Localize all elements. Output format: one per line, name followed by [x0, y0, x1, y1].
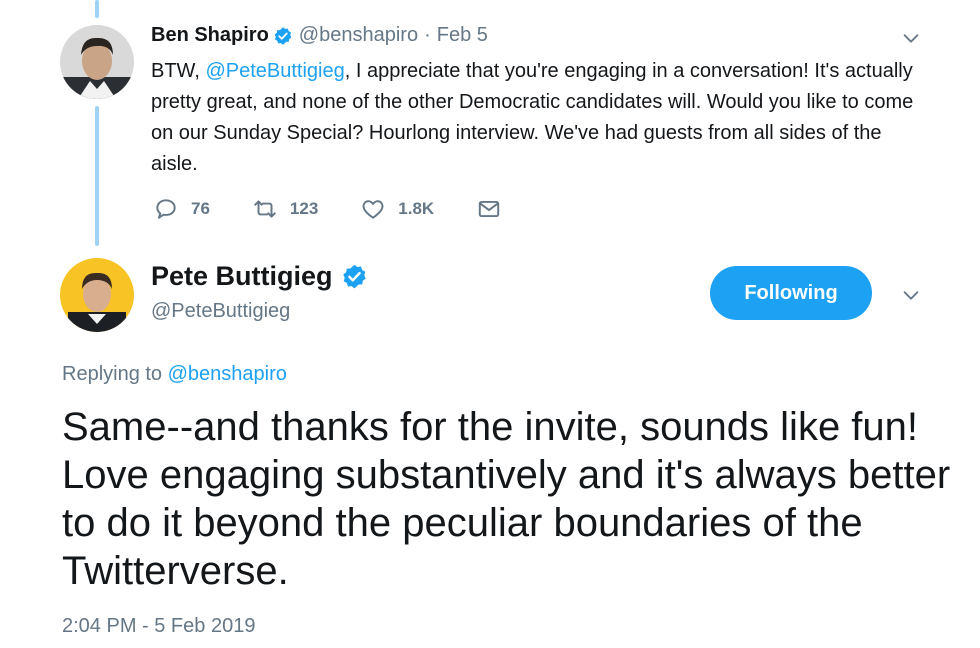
retweet-action[interactable]: 123: [252, 196, 318, 222]
parent-author-name[interactable]: Ben Shapiro: [151, 24, 269, 47]
parent-text-before: BTW,: [151, 60, 206, 82]
dm-action[interactable]: [476, 196, 514, 222]
reply-author-handle[interactable]: @PeteButtigieg: [151, 300, 290, 323]
replying-to-prefix: Replying to: [62, 363, 168, 385]
reply-tweet-text: Same--and thanks for the invite, sounds …: [62, 405, 951, 593]
reply-action[interactable]: 76: [153, 196, 210, 222]
parent-date[interactable]: Feb 5: [437, 24, 488, 47]
reply-bubble-icon: [156, 199, 176, 219]
reply-author-row: Pete Buttigieg: [151, 261, 374, 292]
parent-mention-link[interactable]: @PeteButtigieg: [205, 60, 344, 82]
envelope-icon: [479, 200, 500, 218]
reply-menu-chevron-icon[interactable]: [900, 284, 922, 311]
heart-icon: [362, 200, 384, 219]
parent-action-bar: 76 123 1.8K: [153, 196, 556, 222]
retweet-count: 123: [289, 199, 319, 218]
verified-badge-icon: [341, 263, 368, 290]
pete-buttigieg-avatar[interactable]: [60, 258, 134, 332]
verified-badge-icon: [273, 26, 293, 46]
like-count: 1.8K: [398, 199, 435, 218]
retweet-icon: [254, 200, 276, 218]
replying-to-line: Replying to @benshapiro: [62, 363, 287, 386]
ben-shapiro-avatar[interactable]: [60, 25, 134, 99]
parent-handle[interactable]: @benshapiro: [299, 24, 418, 47]
reply-author-name[interactable]: Pete Buttigieg: [151, 261, 333, 292]
reply-count: 76: [191, 199, 210, 218]
parent-tweet-text: BTW, @PeteButtigieg, I appreciate that y…: [151, 56, 921, 180]
header-separator: ·: [424, 24, 431, 46]
parent-tweet-header: Ben Shapiro @benshapiro · Feb 5: [151, 24, 488, 47]
reply-timestamp[interactable]: 2:04 PM - 5 Feb 2019: [62, 615, 255, 638]
like-action[interactable]: 1.8K: [360, 196, 434, 222]
following-button[interactable]: Following: [710, 266, 872, 320]
replying-to-link[interactable]: @benshapiro: [168, 363, 287, 385]
thread-line-top: [95, 0, 99, 18]
thread-line-bottom: [95, 106, 99, 246]
parent-menu-chevron-icon[interactable]: [900, 27, 922, 54]
